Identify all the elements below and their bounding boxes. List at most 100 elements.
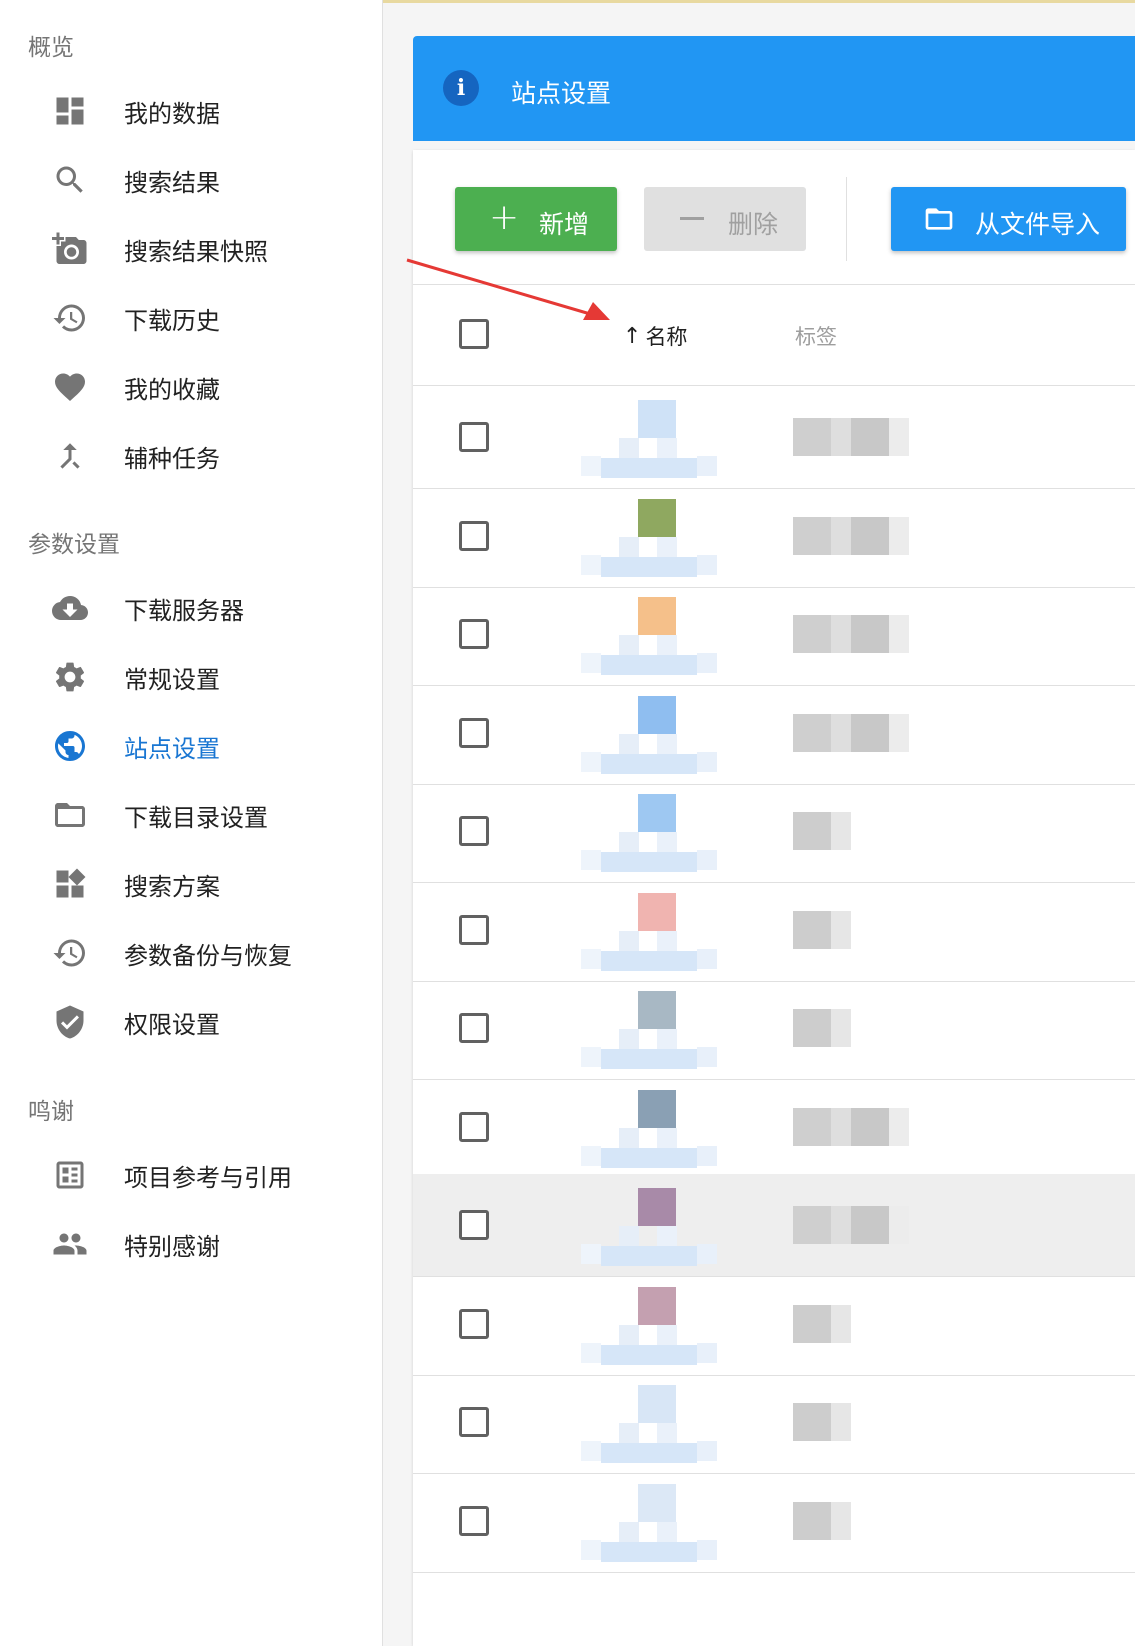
site-tags-pixelated (793, 1403, 913, 1443)
cloud-download-icon (52, 590, 88, 626)
table-row[interactable] (413, 879, 1135, 982)
plus-icon: + (489, 197, 520, 238)
row-checkbox[interactable] (459, 422, 489, 452)
delete-button[interactable]: 删除 (644, 187, 806, 251)
page-title: 站点设置 (511, 79, 612, 108)
site-tags-pixelated (793, 418, 913, 458)
sidebar-item-label: 搜索结果快照 (124, 237, 268, 266)
column-header-name-label: 名称 (645, 325, 688, 349)
table-row[interactable] (413, 682, 1135, 785)
section-title-overview: 概览 (28, 35, 74, 61)
row-checkbox[interactable] (459, 816, 489, 846)
people-icon (52, 1226, 88, 1262)
merge-icon (52, 438, 88, 474)
site-tags-pixelated (793, 516, 913, 557)
delete-button-label: 删除 (728, 210, 779, 239)
import-button-label: 从文件导入 (975, 210, 1101, 239)
sidebar-item-special-thanks[interactable]: 特别感谢 (0, 1214, 382, 1274)
row-checkbox[interactable] (459, 1407, 489, 1437)
sidebar-item-label: 常规设置 (124, 665, 220, 694)
table-row[interactable] (413, 386, 1135, 489)
sidebar-item-download-history[interactable]: 下载历史 (0, 288, 382, 348)
sidebar-item-favorites[interactable]: 我的收藏 (0, 357, 382, 417)
gear-icon (52, 659, 88, 695)
sidebar-item-seeding-tasks[interactable]: 辅种任务 (0, 426, 382, 486)
sidebar-item-download-servers[interactable]: 下载服务器 (0, 578, 382, 638)
site-name-pixelated (581, 792, 731, 872)
row-checkbox[interactable] (459, 914, 489, 945)
row-checkbox[interactable] (459, 1210, 489, 1240)
table-row[interactable] (413, 1470, 1135, 1573)
main-content: i 站点设置 + 新增 删除 从文件导入 ↑ 名称 标签 (383, 0, 1135, 1646)
sidebar-item-label: 项目参考与引用 (124, 1163, 292, 1192)
table-row[interactable] (413, 1371, 1135, 1474)
site-tags-pixelated (793, 1009, 913, 1049)
table-row[interactable] (413, 780, 1135, 883)
row-checkbox[interactable] (459, 1013, 489, 1043)
table-row[interactable] (413, 977, 1135, 1080)
sidebar-item-search-results[interactable]: 搜索结果 (0, 150, 382, 210)
site-name-pixelated (581, 595, 731, 675)
add-camera-icon (52, 231, 88, 267)
folder-icon (52, 797, 88, 833)
sidebar-item-download-dir-settings[interactable]: 下载目录设置 (0, 785, 382, 845)
annotation-arrow (406, 258, 610, 320)
sites-table-card: + 新增 删除 从文件导入 ↑ 名称 标签 (413, 150, 1135, 1646)
table-row[interactable] (413, 1076, 1135, 1179)
import-from-file-button[interactable]: 从文件导入 (891, 187, 1126, 251)
page-banner: i 站点设置 (413, 36, 1135, 141)
site-name-pixelated (581, 891, 731, 971)
sidebar-item-my-data[interactable]: 我的数据 (0, 81, 382, 141)
site-tags-pixelated (793, 615, 913, 655)
site-tags-pixelated (793, 713, 913, 754)
widgets-icon (52, 866, 88, 902)
table-row[interactable] (413, 485, 1135, 588)
table-row[interactable] (413, 583, 1135, 686)
toolbar-divider (846, 177, 847, 261)
row-checkbox[interactable] (459, 1308, 489, 1339)
sidebar-item-references[interactable]: 项目参考与引用 (0, 1145, 382, 1205)
sidebar-item-label: 下载目录设置 (124, 803, 268, 832)
row-checkbox[interactable] (459, 619, 489, 649)
column-header-tag[interactable]: 标签 (795, 321, 837, 351)
dashboard-icon (52, 93, 88, 129)
site-name-pixelated (581, 1088, 731, 1168)
site-tags-pixelated (793, 1206, 913, 1246)
section-title-settings: 参数设置 (28, 532, 120, 558)
site-name-pixelated (581, 1285, 731, 1365)
history-icon (52, 300, 88, 336)
sidebar-item-search-snapshot[interactable]: 搜索结果快照 (0, 219, 382, 279)
sidebar-item-label: 我的数据 (124, 99, 220, 128)
sidebar-item-search-plans[interactable]: 搜索方案 (0, 854, 382, 914)
table-row[interactable] (413, 1273, 1135, 1376)
sidebar-item-site-settings[interactable]: 站点设置 (0, 716, 382, 776)
row-checkbox[interactable] (459, 717, 489, 748)
site-tags-pixelated (793, 1304, 913, 1345)
sidebar-item-label: 我的收藏 (124, 375, 220, 404)
column-header-name[interactable]: ↑ 名称 (623, 321, 687, 351)
site-name-pixelated (581, 398, 731, 478)
minus-icon (680, 217, 704, 220)
sidebar-item-permission-settings[interactable]: 权限设置 (0, 992, 382, 1052)
site-name-pixelated (581, 989, 731, 1069)
row-checkbox[interactable] (459, 1111, 489, 1142)
site-tags-pixelated (793, 1501, 913, 1542)
sidebar-item-label: 权限设置 (124, 1010, 220, 1039)
sidebar: 概览 我的数据 搜索结果 搜索结果快照 下载历史 我的收藏 辅种任务 参数设置 … (0, 0, 383, 1646)
folder-icon (925, 208, 953, 230)
reference-icon (52, 1157, 88, 1193)
sidebar-item-label: 站点设置 (124, 734, 220, 763)
site-name-pixelated (581, 1383, 731, 1463)
heart-icon (52, 369, 88, 405)
site-tags-pixelated (793, 910, 913, 951)
add-button[interactable]: + 新增 (455, 187, 617, 251)
sidebar-item-general-settings[interactable]: 常规设置 (0, 647, 382, 707)
globe-icon (52, 728, 88, 764)
table-row[interactable] (413, 1174, 1135, 1277)
site-name-pixelated (581, 497, 731, 577)
row-checkbox[interactable] (459, 520, 489, 551)
site-tags-pixelated (793, 1107, 913, 1148)
site-tags-pixelated (793, 812, 913, 852)
row-checkbox[interactable] (459, 1505, 489, 1536)
sidebar-item-backup-restore[interactable]: 参数备份与恢复 (0, 923, 382, 983)
